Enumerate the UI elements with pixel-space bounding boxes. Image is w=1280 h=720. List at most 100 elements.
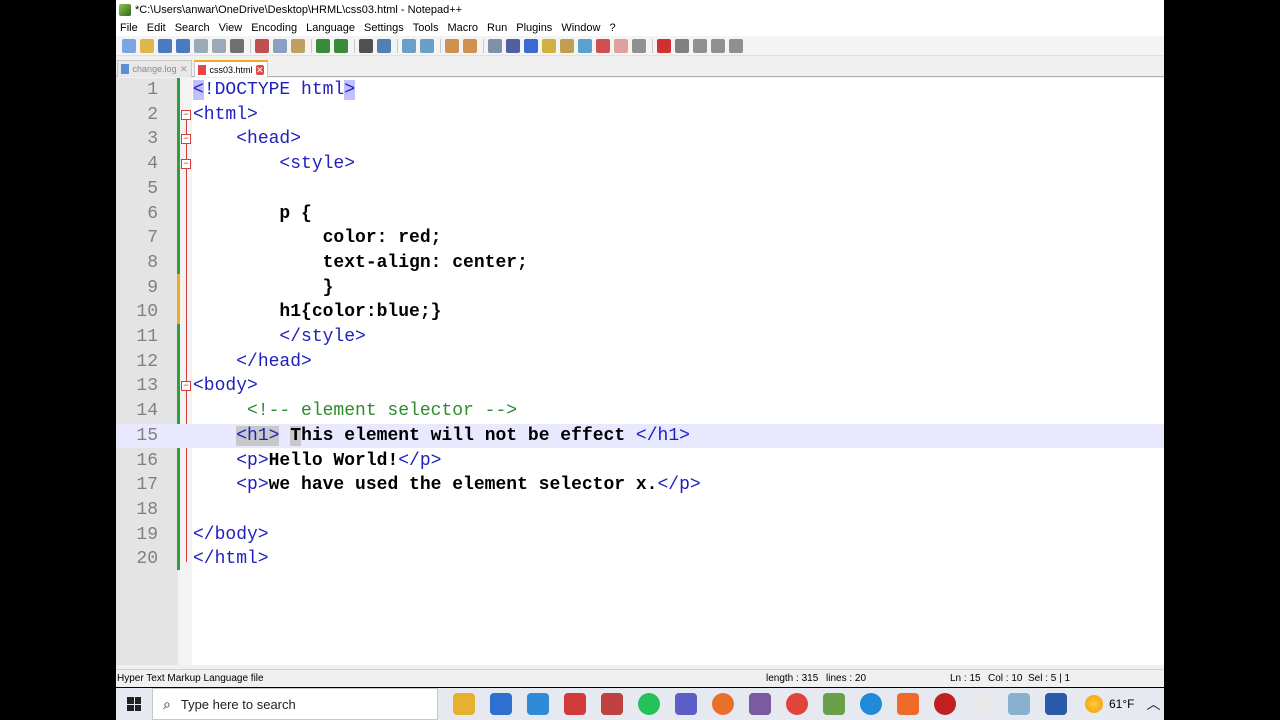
menu-settings[interactable]: Settings [360, 22, 409, 34]
code-text: <style> [279, 154, 356, 175]
cut-icon[interactable] [255, 38, 269, 53]
redo-icon[interactable] [334, 38, 348, 53]
devcpp-icon[interactable] [934, 693, 956, 715]
menu-file[interactable]: File [116, 22, 143, 34]
tab-css03-html[interactable]: css03.html ✕ [194, 60, 268, 77]
code-line[interactable]: 14 <!-- element selector --> [116, 399, 1164, 424]
firefox-icon[interactable] [712, 693, 734, 715]
menu-tools[interactable]: Tools [409, 22, 444, 34]
code-line[interactable]: 17 <p>we have used the element selector … [116, 473, 1164, 498]
macro-record-icon[interactable] [657, 38, 671, 53]
fold-toggle-icon[interactable]: − [181, 109, 191, 120]
macro-stop-icon[interactable] [675, 38, 689, 53]
code-line[interactable]: 5 [116, 177, 1164, 202]
start-button[interactable] [116, 688, 152, 720]
code-line[interactable]: 20 </html> [116, 547, 1164, 572]
code-text: } [193, 277, 334, 298]
gift-app-icon[interactable] [564, 693, 586, 715]
whatsapp-icon[interactable] [638, 693, 660, 715]
show-all-chars-icon[interactable] [506, 38, 520, 53]
menu-language[interactable]: Language [302, 22, 360, 34]
mail-icon[interactable] [527, 693, 549, 715]
fold-toggle-icon[interactable]: − [181, 159, 191, 170]
code-line[interactable]: 12 </head> [116, 350, 1164, 375]
macro-play-icon[interactable] [693, 38, 707, 53]
edge-icon[interactable] [860, 693, 882, 715]
close-all-icon[interactable] [212, 38, 226, 53]
fold-toggle-icon[interactable]: − [181, 381, 191, 392]
function-list-icon[interactable] [578, 38, 592, 53]
close-file-icon[interactable] [194, 38, 208, 53]
code-line[interactable]: 7 color: red; [116, 226, 1164, 251]
store-icon[interactable] [490, 693, 512, 715]
code-line[interactable]: 2 − <html> [116, 103, 1164, 128]
notepadpp-taskbar-icon[interactable] [823, 693, 845, 715]
monitoring-icon[interactable] [614, 38, 628, 53]
menu-macro[interactable]: Macro [443, 22, 483, 34]
line-number: 9 [147, 277, 158, 298]
save-all-icon[interactable] [176, 38, 190, 53]
line-number: 8 [147, 252, 158, 273]
notepad-icon[interactable] [1008, 693, 1030, 715]
fold-toggle-icon[interactable]: − [181, 134, 191, 145]
zoom-out-icon[interactable] [420, 38, 434, 53]
sync-horizontal-icon[interactable] [463, 38, 477, 53]
code-line[interactable]: 3 − <head> [116, 127, 1164, 152]
menu-edit[interactable]: Edit [143, 22, 171, 34]
doc-map-icon[interactable] [560, 38, 574, 53]
save-icon[interactable] [158, 38, 172, 53]
replace-icon[interactable] [377, 38, 391, 53]
menu-plugins[interactable]: Plugins [512, 22, 557, 34]
zoom-in-icon[interactable] [402, 38, 416, 53]
code-text: h1{color:blue;} [193, 302, 442, 323]
code-line[interactable]: 19 </body> [116, 523, 1164, 548]
close-icon[interactable]: ✕ [180, 64, 188, 74]
code-line[interactable]: 1 <!DOCTYPE html> [116, 78, 1164, 103]
macro-save-icon[interactable] [729, 38, 743, 53]
undo-icon[interactable] [316, 38, 330, 53]
print-icon[interactable] [230, 38, 244, 53]
code-line[interactable]: 18 [116, 498, 1164, 523]
close-icon[interactable]: ✕ [255, 64, 264, 75]
office-icon[interactable] [897, 693, 919, 715]
find-icon[interactable] [359, 38, 373, 53]
snipping-tool-icon[interactable] [601, 693, 623, 715]
code-line[interactable]: 15 <h1> This element will not be effect … [116, 423, 1164, 449]
indent-guide-icon[interactable] [524, 38, 538, 53]
code-line[interactable]: 6 p { [116, 202, 1164, 227]
user-lang-icon[interactable] [542, 38, 556, 53]
app-icon[interactable] [749, 693, 771, 715]
folder-workspace-icon[interactable] [596, 38, 610, 53]
chevron-up-icon[interactable]: ︿ [1146, 694, 1160, 714]
menu-view[interactable]: View [215, 22, 248, 34]
menu-encoding[interactable]: Encoding [247, 22, 302, 34]
sync-vertical-icon[interactable] [445, 38, 459, 53]
word-wrap-icon[interactable] [488, 38, 502, 53]
tab-change-log[interactable]: change.log ✕ [117, 60, 192, 77]
code-editor[interactable]: 1 <!DOCTYPE html> 2− <html> 3− <head> 4− <sty… [116, 78, 1164, 665]
preview-icon[interactable] [632, 38, 646, 53]
code-line[interactable]: 16 <p>Hello World!</p> [116, 449, 1164, 474]
taskbar-search-box[interactable]: ⌕ Type here to search [152, 688, 438, 720]
python-icon[interactable] [971, 693, 993, 715]
chrome-icon[interactable] [786, 693, 808, 715]
macro-run-multiple-icon[interactable] [711, 38, 725, 53]
code-line[interactable]: 8 text-align: center; [116, 251, 1164, 276]
code-line[interactable]: 9 } [116, 276, 1164, 301]
menu-search[interactable]: Search [171, 22, 215, 34]
file-explorer-icon[interactable] [453, 693, 475, 715]
code-line[interactable]: 11 </style> [116, 325, 1164, 350]
weather-widget[interactable]: 61°F [1085, 695, 1134, 713]
menu-help[interactable]: ? [605, 22, 620, 34]
code-line[interactable]: 10 h1{color:blue;} [116, 300, 1164, 325]
teams-icon[interactable] [675, 693, 697, 715]
new-file-icon[interactable] [122, 38, 136, 53]
code-line[interactable]: 13 − <body> [116, 374, 1164, 399]
code-line[interactable]: 4 − <style> [116, 152, 1164, 177]
menu-window[interactable]: Window [557, 22, 605, 34]
paste-icon[interactable] [291, 38, 305, 53]
copy-icon[interactable] [273, 38, 287, 53]
menu-run[interactable]: Run [483, 22, 512, 34]
word-icon[interactable] [1045, 693, 1067, 715]
open-file-icon[interactable] [140, 38, 154, 53]
